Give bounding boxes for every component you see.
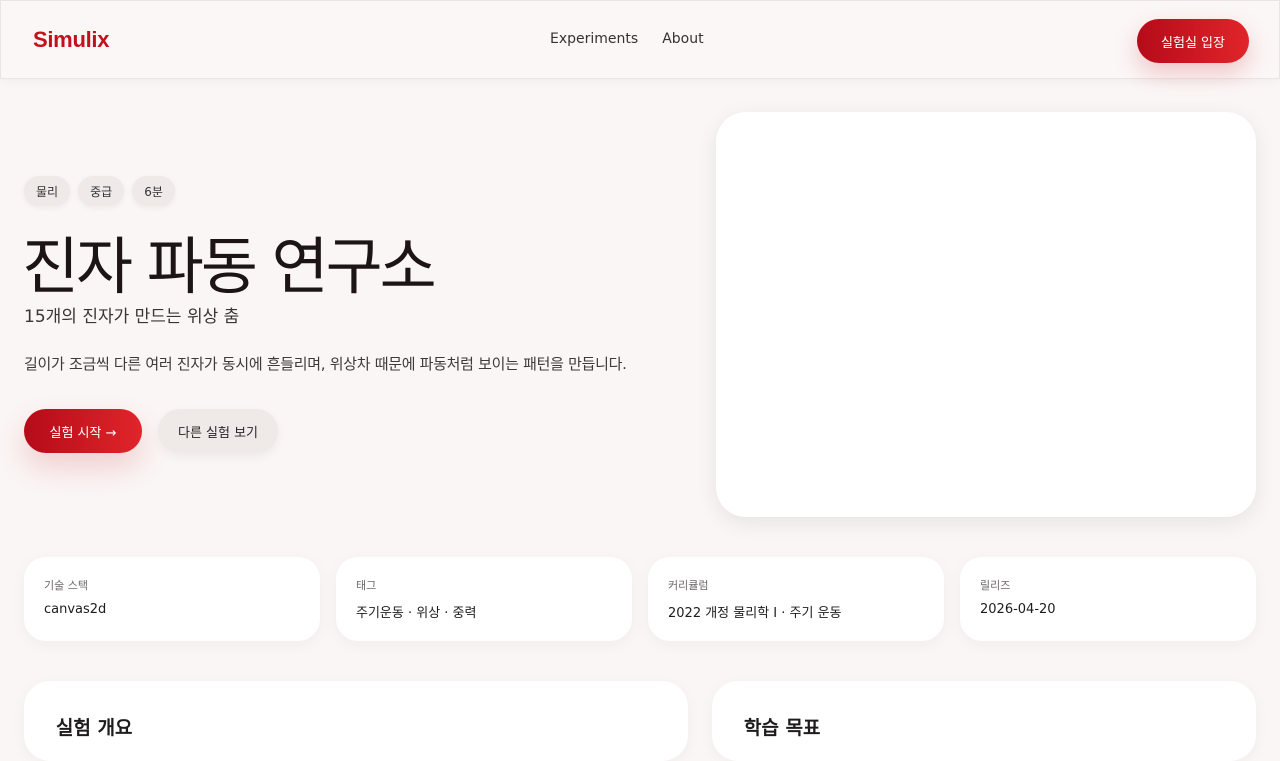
- learning-goals-card: 학습 목표: [712, 681, 1256, 761]
- page-description: 길이가 조금씩 다른 여러 진자가 동시에 흔들리며, 위상차 때문에 파동처럼…: [24, 355, 627, 373]
- tag-level: 중급: [78, 176, 125, 206]
- info-card-tags: 태그 주기운동 · 위상 · 중력: [336, 557, 632, 641]
- info-value: 2022 개정 물리학 I · 주기 운동: [668, 606, 842, 621]
- nav-link-experiments[interactable]: Experiments: [550, 31, 638, 47]
- page-subtitle: 15개의 진자가 만드는 위상 춤: [24, 307, 240, 327]
- info-card-curriculum: 커리큘럼 2022 개정 물리학 I · 주기 운동: [648, 557, 944, 641]
- info-card-tech-stack: 기술 스택 canvas2d: [24, 557, 320, 641]
- info-label: 커리큘럼: [668, 579, 709, 592]
- simulation-canvas[interactable]: [716, 112, 1256, 517]
- other-experiments-button[interactable]: 다른 실험 보기: [158, 409, 278, 453]
- nav-links: Experiments About: [550, 31, 704, 47]
- tag-subject: 물리: [24, 176, 71, 206]
- overview-card: 실험 개요: [24, 681, 688, 761]
- info-card-release: 릴리즈 2026-04-20: [960, 557, 1256, 641]
- tag-list: 물리 중급 6분: [24, 176, 175, 206]
- overview-title: 실험 개요: [56, 717, 133, 739]
- nav-link-about[interactable]: About: [662, 31, 703, 47]
- info-value: 주기운동 · 위상 · 중력: [356, 606, 477, 621]
- learning-goals-title: 학습 목표: [744, 717, 821, 739]
- enter-lab-button[interactable]: 실험실 입장: [1137, 19, 1249, 63]
- info-label: 기술 스택: [44, 579, 88, 592]
- info-value: 2026-04-20: [980, 602, 1056, 617]
- page-title: 진자 파동 연구소: [22, 230, 437, 303]
- info-value: canvas2d: [44, 602, 107, 617]
- start-experiment-button[interactable]: 실험 시작 →: [24, 409, 142, 453]
- top-navbar: Simulix Experiments About 실험실 입장: [0, 0, 1280, 79]
- info-label: 릴리즈: [980, 579, 1011, 592]
- tag-duration: 6분: [132, 176, 175, 206]
- brand-logo[interactable]: Simulix: [33, 27, 109, 53]
- info-label: 태그: [356, 579, 377, 592]
